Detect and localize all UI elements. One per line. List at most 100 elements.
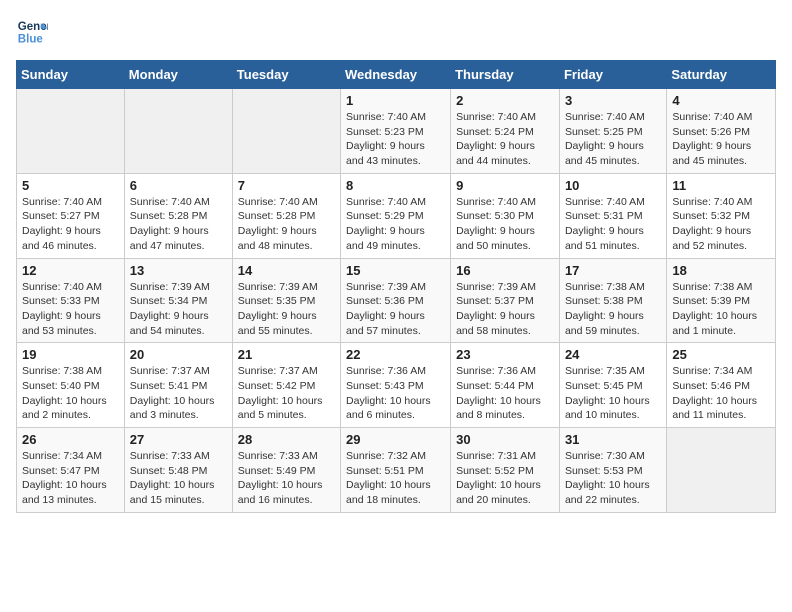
header-day-thursday: Thursday [451, 61, 560, 89]
calendar-header-row: SundayMondayTuesdayWednesdayThursdayFrid… [17, 61, 776, 89]
day-info: Sunrise: 7:37 AM Sunset: 5:42 PM Dayligh… [238, 364, 335, 423]
day-number: 24 [565, 347, 661, 362]
day-info: Sunrise: 7:40 AM Sunset: 5:26 PM Dayligh… [672, 110, 770, 169]
day-number: 18 [672, 263, 770, 278]
header-day-saturday: Saturday [667, 61, 776, 89]
day-info: Sunrise: 7:40 AM Sunset: 5:31 PM Dayligh… [565, 195, 661, 254]
calendar-cell: 19 Sunrise: 7:38 AM Sunset: 5:40 PM Dayli… [17, 343, 125, 428]
day-number: 15 [346, 263, 445, 278]
day-number: 6 [130, 178, 227, 193]
calendar-cell: 31 Sunrise: 7:30 AM Sunset: 5:53 PM Dayli… [559, 428, 666, 513]
day-number: 14 [238, 263, 335, 278]
day-info: Sunrise: 7:39 AM Sunset: 5:37 PM Dayligh… [456, 280, 554, 339]
day-number: 22 [346, 347, 445, 362]
day-number: 12 [22, 263, 119, 278]
day-number: 5 [22, 178, 119, 193]
day-number: 11 [672, 178, 770, 193]
header-day-friday: Friday [559, 61, 666, 89]
calendar-table: SundayMondayTuesdayWednesdayThursdayFrid… [16, 60, 776, 513]
day-info: Sunrise: 7:34 AM Sunset: 5:46 PM Dayligh… [672, 364, 770, 423]
calendar-cell: 7 Sunrise: 7:40 AM Sunset: 5:28 PM Daylig… [232, 173, 340, 258]
day-number: 31 [565, 432, 661, 447]
calendar-cell: 20 Sunrise: 7:37 AM Sunset: 5:41 PM Dayli… [124, 343, 232, 428]
day-info: Sunrise: 7:38 AM Sunset: 5:39 PM Dayligh… [672, 280, 770, 339]
calendar-week-5: 26 Sunrise: 7:34 AM Sunset: 5:47 PM Dayli… [17, 428, 776, 513]
day-info: Sunrise: 7:33 AM Sunset: 5:48 PM Dayligh… [130, 449, 227, 508]
calendar-cell: 15 Sunrise: 7:39 AM Sunset: 5:36 PM Dayli… [341, 258, 451, 343]
day-number: 7 [238, 178, 335, 193]
day-info: Sunrise: 7:40 AM Sunset: 5:28 PM Dayligh… [238, 195, 335, 254]
header-day-monday: Monday [124, 61, 232, 89]
calendar-week-1: 1Sunrise: 7:40 AM Sunset: 5:23 PM Daylig… [17, 89, 776, 174]
calendar-cell: 4Sunrise: 7:40 AM Sunset: 5:26 PM Daylig… [667, 89, 776, 174]
day-number: 3 [565, 93, 661, 108]
header-day-sunday: Sunday [17, 61, 125, 89]
calendar-cell: 21 Sunrise: 7:37 AM Sunset: 5:42 PM Dayli… [232, 343, 340, 428]
calendar-cell: 27 Sunrise: 7:33 AM Sunset: 5:48 PM Dayli… [124, 428, 232, 513]
header-day-wednesday: Wednesday [341, 61, 451, 89]
calendar-cell [124, 89, 232, 174]
day-number: 28 [238, 432, 335, 447]
day-info: Sunrise: 7:40 AM Sunset: 5:27 PM Dayligh… [22, 195, 119, 254]
day-number: 17 [565, 263, 661, 278]
day-number: 25 [672, 347, 770, 362]
calendar-cell: 23 Sunrise: 7:36 AM Sunset: 5:44 PM Dayli… [451, 343, 560, 428]
header-day-tuesday: Tuesday [232, 61, 340, 89]
calendar-cell: 17 Sunrise: 7:38 AM Sunset: 5:38 PM Dayli… [559, 258, 666, 343]
calendar-cell: 2Sunrise: 7:40 AM Sunset: 5:24 PM Daylig… [451, 89, 560, 174]
calendar-cell: 30 Sunrise: 7:31 AM Sunset: 5:52 PM Dayli… [451, 428, 560, 513]
day-info: Sunrise: 7:37 AM Sunset: 5:41 PM Dayligh… [130, 364, 227, 423]
calendar-week-4: 19 Sunrise: 7:38 AM Sunset: 5:40 PM Dayli… [17, 343, 776, 428]
calendar-cell [667, 428, 776, 513]
day-info: Sunrise: 7:40 AM Sunset: 5:33 PM Dayligh… [22, 280, 119, 339]
day-info: Sunrise: 7:34 AM Sunset: 5:47 PM Dayligh… [22, 449, 119, 508]
calendar-cell: 22Sunrise: 7:36 AM Sunset: 5:43 PM Dayli… [341, 343, 451, 428]
day-number: 16 [456, 263, 554, 278]
day-number: 13 [130, 263, 227, 278]
day-info: Sunrise: 7:40 AM Sunset: 5:30 PM Dayligh… [456, 195, 554, 254]
day-info: Sunrise: 7:38 AM Sunset: 5:38 PM Dayligh… [565, 280, 661, 339]
calendar-week-2: 5 Sunrise: 7:40 AM Sunset: 5:27 PM Daylig… [17, 173, 776, 258]
calendar-cell: 1Sunrise: 7:40 AM Sunset: 5:23 PM Daylig… [341, 89, 451, 174]
day-info: Sunrise: 7:39 AM Sunset: 5:34 PM Dayligh… [130, 280, 227, 339]
day-info: Sunrise: 7:40 AM Sunset: 5:28 PM Dayligh… [130, 195, 227, 254]
logo-icon: General Blue [16, 16, 48, 48]
calendar-cell: 12 Sunrise: 7:40 AM Sunset: 5:33 PM Dayli… [17, 258, 125, 343]
day-info: Sunrise: 7:31 AM Sunset: 5:52 PM Dayligh… [456, 449, 554, 508]
day-number: 19 [22, 347, 119, 362]
calendar-cell: 11 Sunrise: 7:40 AM Sunset: 5:32 PM Dayli… [667, 173, 776, 258]
calendar-cell: 24 Sunrise: 7:35 AM Sunset: 5:45 PM Dayli… [559, 343, 666, 428]
day-info: Sunrise: 7:40 AM Sunset: 5:29 PM Dayligh… [346, 195, 445, 254]
day-info: Sunrise: 7:40 AM Sunset: 5:25 PM Dayligh… [565, 110, 661, 169]
day-info: Sunrise: 7:40 AM Sunset: 5:32 PM Dayligh… [672, 195, 770, 254]
day-number: 21 [238, 347, 335, 362]
calendar-cell: 9Sunrise: 7:40 AM Sunset: 5:30 PM Daylig… [451, 173, 560, 258]
page-header: General Blue [16, 16, 776, 48]
day-number: 23 [456, 347, 554, 362]
day-number: 10 [565, 178, 661, 193]
calendar-cell: 5 Sunrise: 7:40 AM Sunset: 5:27 PM Daylig… [17, 173, 125, 258]
day-info: Sunrise: 7:39 AM Sunset: 5:35 PM Dayligh… [238, 280, 335, 339]
day-number: 8 [346, 178, 445, 193]
calendar-cell [232, 89, 340, 174]
day-number: 30 [456, 432, 554, 447]
calendar-cell: 3 Sunrise: 7:40 AM Sunset: 5:25 PM Daylig… [559, 89, 666, 174]
calendar-cell: 13 Sunrise: 7:39 AM Sunset: 5:34 PM Dayli… [124, 258, 232, 343]
day-info: Sunrise: 7:35 AM Sunset: 5:45 PM Dayligh… [565, 364, 661, 423]
day-number: 26 [22, 432, 119, 447]
calendar-cell: 10 Sunrise: 7:40 AM Sunset: 5:31 PM Dayli… [559, 173, 666, 258]
day-info: Sunrise: 7:30 AM Sunset: 5:53 PM Dayligh… [565, 449, 661, 508]
day-info: Sunrise: 7:39 AM Sunset: 5:36 PM Dayligh… [346, 280, 445, 339]
calendar-cell: 14 Sunrise: 7:39 AM Sunset: 5:35 PM Dayli… [232, 258, 340, 343]
day-number: 20 [130, 347, 227, 362]
logo: General Blue [16, 16, 52, 48]
calendar-cell: 6 Sunrise: 7:40 AM Sunset: 5:28 PM Daylig… [124, 173, 232, 258]
day-number: 27 [130, 432, 227, 447]
day-info: Sunrise: 7:38 AM Sunset: 5:40 PM Dayligh… [22, 364, 119, 423]
calendar-cell [17, 89, 125, 174]
calendar-cell: 26 Sunrise: 7:34 AM Sunset: 5:47 PM Dayli… [17, 428, 125, 513]
day-info: Sunrise: 7:33 AM Sunset: 5:49 PM Dayligh… [238, 449, 335, 508]
day-number: 29 [346, 432, 445, 447]
day-info: Sunrise: 7:36 AM Sunset: 5:44 PM Dayligh… [456, 364, 554, 423]
svg-text:Blue: Blue [18, 34, 44, 46]
